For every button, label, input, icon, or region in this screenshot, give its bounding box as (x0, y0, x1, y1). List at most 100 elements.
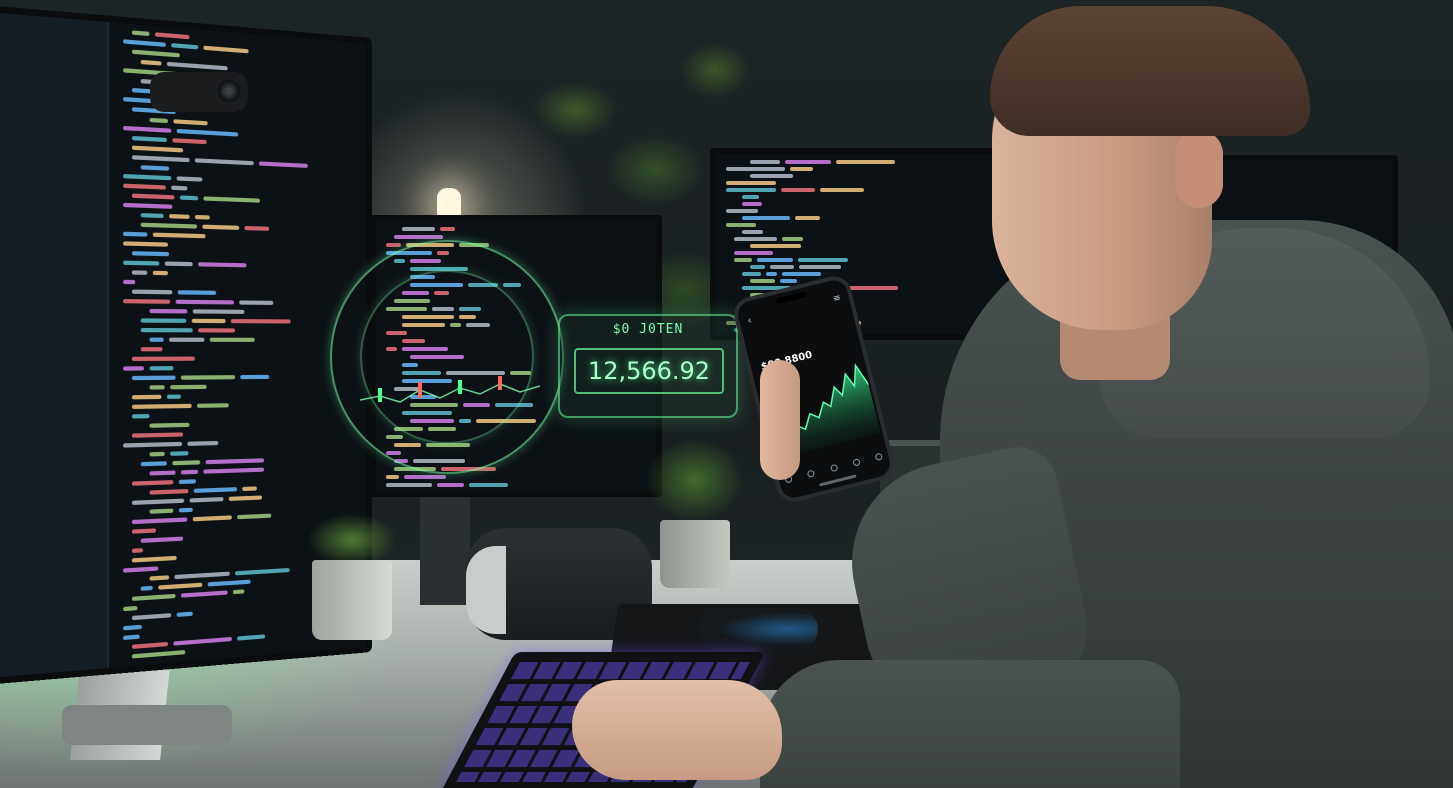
code-line (726, 223, 756, 227)
photo-scene: $0 J0TEN 12,566.92 ‹ ≡ $00.8800 (0, 0, 1453, 788)
code-line (123, 126, 171, 133)
code-line (204, 468, 265, 474)
code-line (132, 613, 172, 620)
code-line (132, 548, 143, 553)
code-line (179, 508, 192, 513)
code-line (750, 244, 801, 248)
code-line (191, 319, 225, 323)
code-line (169, 338, 205, 342)
code-line (742, 272, 761, 276)
code-line (734, 237, 777, 241)
code-line (132, 404, 192, 409)
code-line (203, 225, 240, 230)
code-line (244, 226, 269, 231)
code-line (149, 309, 187, 314)
webcam-lens (218, 80, 240, 102)
code-line (795, 216, 820, 220)
code-line (123, 299, 170, 304)
code-line (123, 97, 153, 103)
code-line (181, 375, 236, 380)
code-line (132, 480, 173, 486)
code-line (132, 50, 180, 58)
code-line (132, 290, 172, 295)
small-plant-leaves (630, 420, 760, 530)
code-line (155, 32, 190, 39)
code-line (193, 309, 245, 314)
code-line (178, 290, 217, 295)
code-line (198, 328, 235, 332)
code-line (149, 575, 169, 580)
code-line (173, 637, 231, 646)
code-line (205, 458, 264, 464)
code-line (123, 39, 166, 47)
code-line (241, 375, 269, 379)
code-line (132, 376, 176, 381)
code-line (170, 451, 188, 456)
phone-home-indicator (819, 474, 857, 486)
code-line (189, 497, 223, 503)
code-line (164, 261, 193, 266)
code-line (153, 271, 168, 276)
code-line (233, 589, 244, 594)
code-line (386, 243, 401, 247)
code-line (170, 385, 207, 390)
code-line (734, 258, 752, 262)
code-line (780, 279, 797, 283)
code-line (132, 594, 175, 601)
code-line (132, 432, 183, 437)
code-line (149, 509, 173, 514)
code-line (750, 279, 775, 283)
code-line (141, 165, 170, 171)
code-line (782, 237, 803, 241)
person-hand-on-keyboard (572, 680, 782, 780)
code-line (141, 461, 167, 466)
code-line (781, 188, 815, 192)
code-line (259, 161, 307, 167)
plant-pot (312, 560, 392, 640)
code-line (141, 328, 193, 332)
code-line (242, 486, 257, 491)
code-line (394, 235, 443, 239)
code-line (149, 338, 163, 342)
code-line (123, 261, 159, 266)
code-line (799, 265, 841, 269)
code-line (132, 251, 169, 256)
hologram-trend-line (360, 384, 540, 402)
code-line (750, 174, 793, 178)
code-line (132, 650, 185, 659)
code-line (123, 174, 171, 180)
code-line (798, 258, 848, 262)
code-line (197, 403, 229, 408)
hologram-candle (378, 388, 382, 402)
code-line (194, 487, 237, 493)
code-line (167, 62, 228, 71)
code-line (152, 233, 205, 239)
code-line (158, 583, 202, 590)
code-line (123, 232, 147, 237)
code-line (240, 300, 274, 305)
back-arrow-icon: ‹ (746, 315, 753, 327)
hologram-candle (418, 382, 422, 398)
code-line (132, 146, 183, 153)
code-line (132, 517, 187, 524)
code-line (195, 158, 254, 165)
monitor-stand (420, 495, 470, 605)
code-line (820, 188, 864, 192)
code-line (123, 366, 144, 370)
code-line (132, 556, 177, 563)
code-line (440, 227, 455, 231)
code-line (726, 209, 758, 213)
code-line (203, 46, 248, 54)
code-line (437, 483, 465, 487)
nav-wallet-icon (829, 463, 837, 471)
code-line (785, 160, 831, 164)
code-line (123, 635, 140, 641)
code-line (181, 470, 199, 475)
nav-swap-icon (852, 458, 860, 466)
code-line (188, 441, 219, 446)
code-line (237, 634, 266, 640)
code-line (132, 499, 184, 505)
code-line (402, 227, 435, 231)
person-hand-holding-phone (760, 360, 800, 480)
code-line (469, 483, 508, 487)
